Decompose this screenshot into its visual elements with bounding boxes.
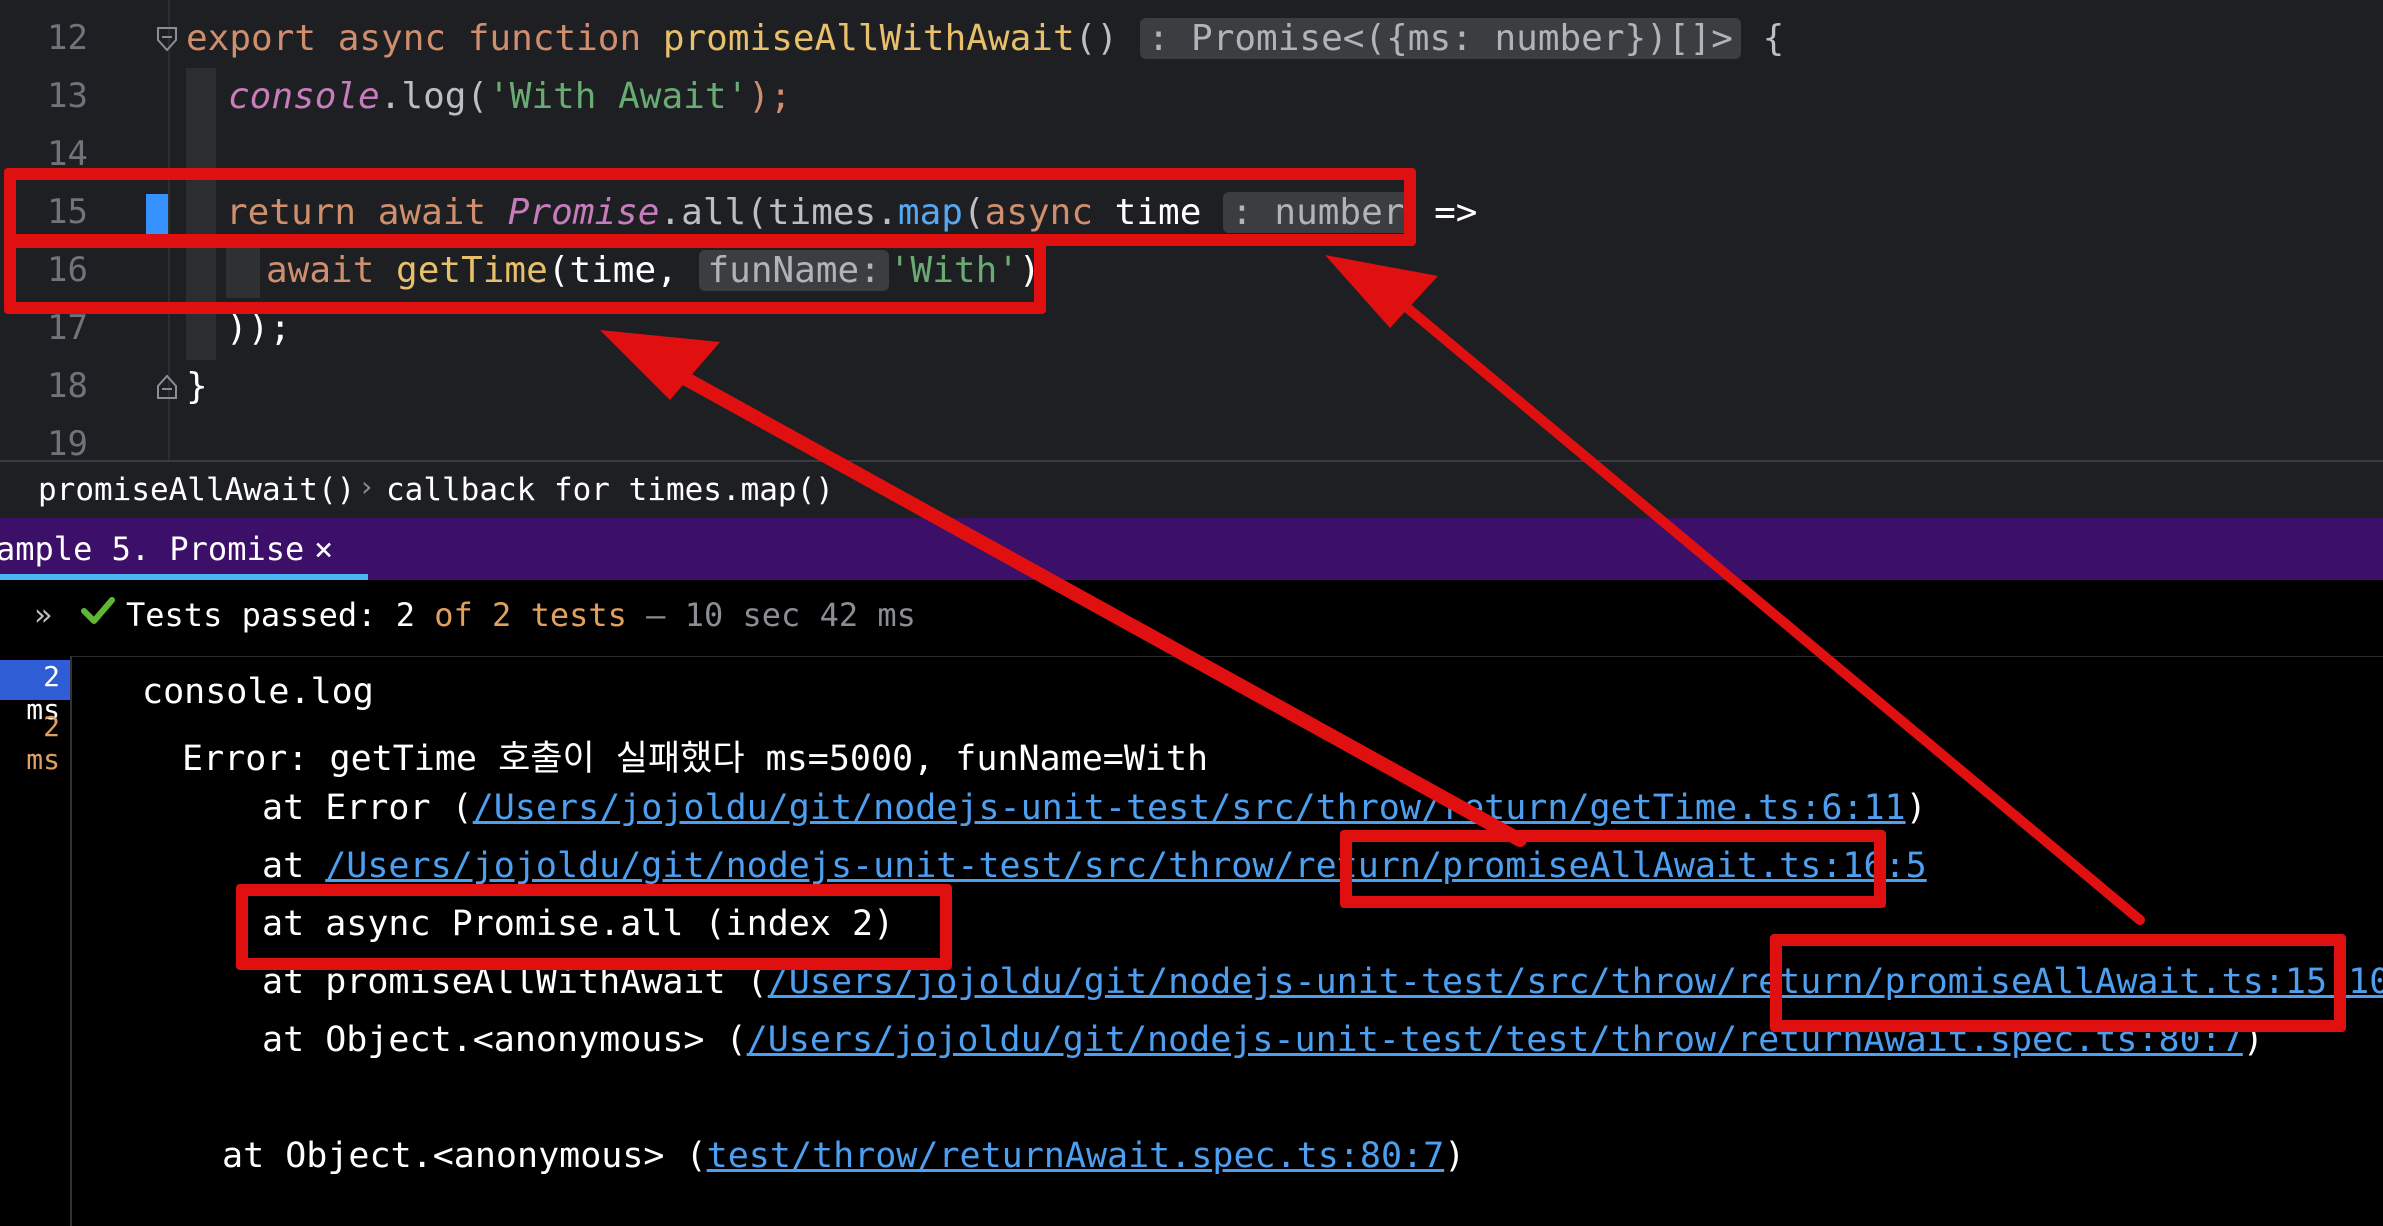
annotation-arrows <box>600 255 2145 925</box>
arrow-line-1 <box>663 363 1527 847</box>
